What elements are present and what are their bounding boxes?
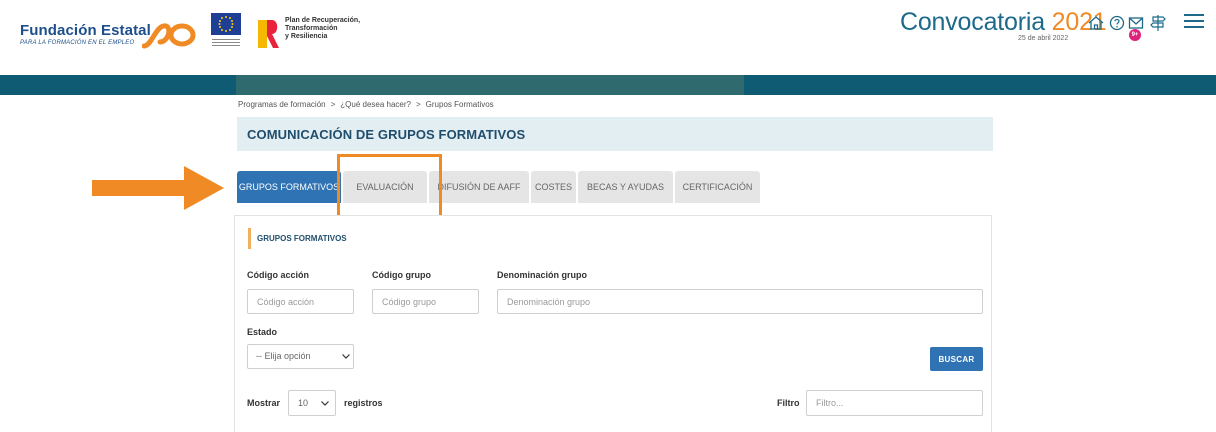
chevron-down-icon bbox=[321, 401, 329, 406]
denominacion-grupo-input[interactable] bbox=[497, 289, 983, 314]
breadcrumb-separator: > bbox=[330, 100, 336, 109]
tab-difusion-aaff[interactable]: DIFUSIÓN DE AAFF bbox=[429, 171, 529, 203]
brand-logo-fundae[interactable]: Fundación Estatal PARA LA FORMACIÓN EN E… bbox=[20, 22, 151, 46]
convocatoria-title: Convocatoria 2021 bbox=[900, 8, 1107, 37]
estado-select[interactable]: -- Elija opción bbox=[247, 344, 354, 369]
tab-costes[interactable]: COSTES bbox=[531, 171, 576, 203]
prtr-line-2: Transformación bbox=[285, 25, 338, 32]
brand-subtitle: PARA LA FORMACIÓN EN EL EMPLEO bbox=[20, 40, 135, 46]
codigo-grupo-label: Código grupo bbox=[372, 270, 431, 280]
codigo-grupo-input[interactable] bbox=[372, 289, 479, 314]
filter-label: Filtro bbox=[777, 398, 800, 408]
breadcrumb: Programas de formación > ¿Qué desea hacer?… bbox=[238, 100, 494, 109]
codigo-accion-label: Código acción bbox=[247, 270, 310, 280]
codigo-accion-input[interactable] bbox=[247, 289, 354, 314]
prtr-logo bbox=[258, 20, 279, 48]
home-icon[interactable] bbox=[1087, 14, 1105, 32]
eu-caption-lines bbox=[210, 37, 242, 51]
page-length-select[interactable]: 10 bbox=[288, 390, 336, 416]
prtr-text: Plan de Recuperación, Transformación y R… bbox=[285, 17, 360, 41]
section-title: GRUPOS FORMATIVOS bbox=[248, 228, 347, 249]
page-title: COMUNICACIÓN DE GRUPOS FORMATIVOS bbox=[247, 127, 526, 142]
tab-grupos-formativos[interactable]: GRUPOS FORMATIVOS bbox=[237, 171, 341, 203]
prtr-line-1: Plan de Recuperación, bbox=[285, 17, 361, 24]
notification-badge[interactable]: 9+ bbox=[1129, 29, 1141, 41]
convocatoria-label: Convocatoria bbox=[900, 8, 1045, 36]
breadcrumb-item[interactable]: Programas de formación bbox=[238, 100, 326, 109]
filter-input[interactable] bbox=[806, 390, 983, 416]
convocatoria-date: 25 de abril 2022 bbox=[1018, 35, 1069, 42]
tab-certificacion[interactable]: CERTIFICACIÓN bbox=[675, 171, 760, 203]
estado-selected-value: -- Elija opción bbox=[256, 351, 311, 361]
search-button[interactable]: BUSCAR bbox=[930, 347, 983, 371]
breadcrumb-item[interactable]: ¿Qué desea hacer? bbox=[340, 100, 411, 109]
eu-stars-icon bbox=[218, 16, 234, 32]
page-length-value: 10 bbox=[298, 398, 309, 408]
tab-becas-ayudas[interactable]: BECAS Y AYUDAS bbox=[578, 171, 673, 203]
breadcrumb-item-current: Grupos Formativos bbox=[425, 100, 494, 109]
annotation-arrow-icon bbox=[92, 166, 224, 210]
help-icon[interactable] bbox=[1108, 14, 1126, 32]
menu-icon[interactable] bbox=[1184, 13, 1204, 29]
annotation-highlight-box bbox=[337, 154, 442, 220]
show-entries-label: Mostrar bbox=[247, 398, 281, 408]
records-label: registros bbox=[344, 398, 383, 408]
top-nav-bar-highlight bbox=[236, 75, 744, 95]
signpost-icon[interactable] bbox=[1149, 14, 1167, 32]
denominacion-grupo-label: Denominación grupo bbox=[497, 270, 587, 280]
app-header: Fundación Estatal PARA LA FORMACIÓN EN E… bbox=[0, 0, 1216, 74]
estado-label: Estado bbox=[247, 327, 278, 337]
brand-name: Fundación Estatal bbox=[20, 22, 151, 39]
page-title-bar: COMUNICACIÓN DE GRUPOS FORMATIVOS bbox=[237, 117, 993, 151]
chevron-down-icon bbox=[342, 354, 350, 359]
fundae-swirl-logo bbox=[142, 23, 196, 49]
breadcrumb-separator: > bbox=[415, 100, 421, 109]
top-nav-bar bbox=[0, 75, 1216, 95]
prtr-line-3: y Resiliencia bbox=[285, 33, 328, 40]
eu-flag-logo bbox=[211, 13, 241, 35]
